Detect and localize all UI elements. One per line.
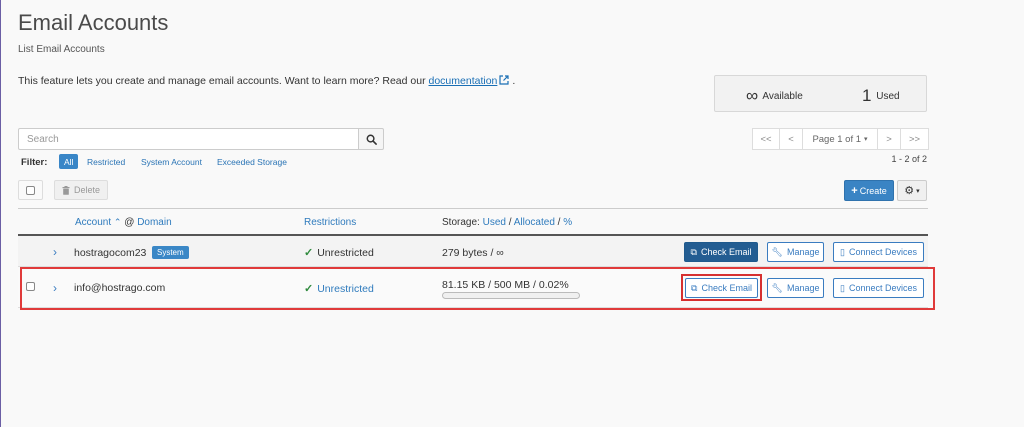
intro-description: This feature lets you create and manage … <box>18 75 426 87</box>
wrench-icon: 🔧︎ <box>771 246 783 257</box>
intro-text: This feature lets you create and manage … <box>18 75 515 87</box>
storage-label: Storage: <box>442 217 480 228</box>
filter-restricted[interactable]: Restricted <box>87 157 125 167</box>
used-count: 1 <box>862 86 872 105</box>
filter-all[interactable]: All <box>59 154 79 169</box>
search-button[interactable] <box>358 128 384 150</box>
storage-value: 279 bytes / ∞ <box>442 247 504 259</box>
intro-end: . <box>512 75 516 87</box>
used-label: Used <box>876 91 900 102</box>
filter-exceeded-storage[interactable]: Exceeded Storage <box>217 157 287 167</box>
restriction-label: Unrestricted <box>317 246 374 259</box>
documentation-link[interactable]: documentation <box>429 75 498 87</box>
sort-asc-icon: ⌃ <box>113 217 122 227</box>
connect-devices-label: Connect Devices <box>848 247 917 257</box>
check-icon: ✓ <box>304 247 314 259</box>
used-sort-link[interactable]: Used <box>483 217 506 228</box>
caret-down-icon: ▾ <box>864 136 868 143</box>
create-button[interactable]: + Create <box>844 180 894 201</box>
storage-sep: / <box>557 217 561 228</box>
filter-system-account[interactable]: System Account <box>141 157 202 167</box>
select-all-checkbox[interactable] <box>18 180 43 200</box>
first-page-button[interactable]: << <box>752 128 780 150</box>
storage-sep: / <box>508 217 512 228</box>
account-stats: ∞ Available 1 Used <box>714 75 927 112</box>
checkbox-box <box>26 185 35 195</box>
check-email-label: Check Email <box>700 247 752 257</box>
used-stat: 1 Used <box>862 86 900 106</box>
page-select[interactable]: Page 1 of 1 ▾ <box>802 128 878 150</box>
external-link-icon <box>499 75 509 85</box>
table-top-border <box>18 208 928 209</box>
create-label: Create <box>859 185 887 196</box>
restriction-status: ✓ Unrestricted <box>304 246 374 260</box>
connect-devices-button[interactable]: ▯ Connect Devices <box>833 242 924 262</box>
filter-label: Filter: <box>21 157 48 168</box>
system-badge: System <box>152 246 189 259</box>
domain-header[interactable]: Domain <box>137 217 171 228</box>
delete-label: Delete <box>73 185 100 195</box>
percent-sort-link[interactable]: % <box>563 217 572 228</box>
last-page-button[interactable]: >> <box>900 128 929 150</box>
prev-page-button[interactable]: < <box>779 128 803 150</box>
manage-button[interactable]: 🔧︎ Manage <box>767 242 824 262</box>
highlight-button-outline <box>681 274 762 301</box>
check-email-button[interactable]: ⧉ Check Email <box>684 242 758 262</box>
manage-label: Manage <box>786 247 820 257</box>
storage-header: Storage: Used / Allocated / % <box>442 217 572 228</box>
page-label: Page 1 of 1 <box>812 133 862 145</box>
available-stat: ∞ Available <box>746 86 803 106</box>
settings-dropdown-button[interactable]: ⚙ ▾ <box>897 180 927 201</box>
account-name: hostragocom23 <box>74 247 147 259</box>
plus-icon: + <box>851 184 858 197</box>
page-title: Email Accounts <box>18 10 169 35</box>
available-label: Available <box>762 91 803 102</box>
pagination: << < Page 1 of 1 ▾ > >> <box>752 128 929 150</box>
external-link-icon: ⧉ <box>690 246 697 257</box>
gear-icon: ⚙ <box>904 185 915 197</box>
result-range: 1 - 2 of 2 <box>891 154 927 164</box>
next-page-button[interactable]: > <box>877 128 901 150</box>
at-separator: @ <box>124 217 135 228</box>
allocated-sort-link[interactable]: Allocated <box>514 217 555 228</box>
expand-chevron-icon[interactable]: › <box>53 245 57 259</box>
search-icon <box>366 134 377 145</box>
highlight-row-outline <box>20 267 935 310</box>
caret-down-icon: ▾ <box>916 187 920 195</box>
account-domain-header[interactable]: Account ⌃ @ Domain <box>75 217 172 228</box>
delete-button[interactable]: Delete <box>54 180 108 200</box>
infinity-icon: ∞ <box>746 86 759 105</box>
account-header[interactable]: Account <box>75 217 111 228</box>
restrictions-header[interactable]: Restrictions <box>304 217 356 228</box>
search-input[interactable] <box>18 128 359 150</box>
page-subtitle: List Email Accounts <box>18 44 105 55</box>
trash-icon <box>62 185 70 195</box>
mobile-icon: ▯ <box>840 246 845 257</box>
